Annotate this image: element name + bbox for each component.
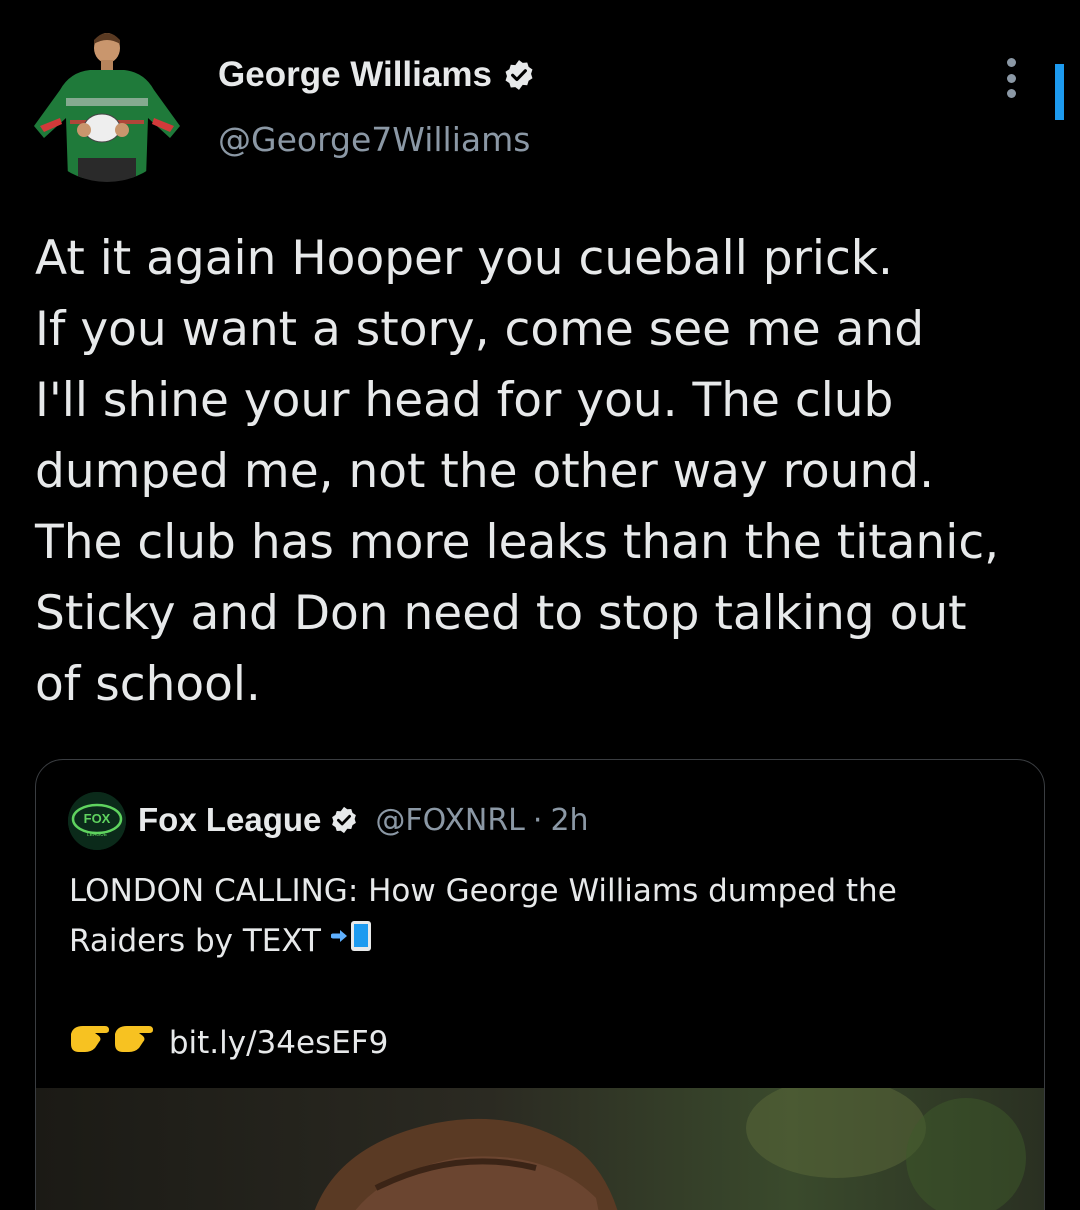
media-photo [36, 1088, 1044, 1210]
scrollbar-thumb[interactable] [1055, 64, 1064, 120]
logo-subtext: LEAGUE [87, 832, 108, 838]
fox-league-logo-icon: FOX LEAGUE [68, 792, 126, 850]
quoted-handle[interactable]: @FOXNRL [375, 803, 525, 838]
quoted-text-line-2: Raiders by TEXT [69, 916, 1009, 968]
tweet-text: At it again Hooper you cueball prick. If… [35, 231, 1000, 712]
quoted-text-line: LONDON CALLING: How George Williams dump… [69, 873, 897, 909]
menu-dot [1006, 73, 1016, 83]
author-display-name[interactable]: George Williams [218, 55, 492, 95]
menu-dot [1006, 89, 1016, 98]
quoted-text-line: Raiders by TEXT [69, 923, 321, 959]
avatar-player-photo [30, 28, 184, 182]
pointing-right-icon [69, 1019, 159, 1069]
logo-text: FOX [84, 811, 111, 826]
mobile-arrow-icon [330, 918, 375, 968]
author-name-row[interactable]: George Williams [218, 52, 536, 98]
quoted-separator: · [532, 802, 543, 838]
quoted-verified-badge-icon [329, 805, 359, 835]
quoted-link[interactable]: bit.ly/34esEF9 [169, 1025, 389, 1061]
quoted-text-spacer [69, 968, 1009, 1018]
more-options-icon[interactable] [996, 58, 1026, 98]
author-avatar[interactable] [30, 28, 184, 182]
menu-dot [1006, 58, 1016, 67]
author-handle[interactable]: @George7Williams [218, 120, 530, 159]
verified-badge-icon [502, 58, 536, 92]
quoted-media-image[interactable] [36, 1088, 1044, 1210]
quoted-link-line: bit.ly/34esEF9 [69, 1018, 1009, 1070]
quoted-display-name[interactable]: Fox League [138, 801, 321, 839]
quoted-timestamp[interactable]: 2h [550, 803, 588, 838]
tweet-detail-screen: George Williams @George7Williams At it a… [0, 0, 1080, 1210]
quoted-tweet-card[interactable]: FOX LEAGUE Fox League @FOXNRL · 2h LONDO… [35, 759, 1045, 1210]
quoted-text: LONDON CALLING: How George Williams dump… [69, 866, 1009, 1069]
quoted-name-row[interactable]: Fox League @FOXNRL · 2h [138, 798, 589, 842]
quoted-author-avatar[interactable]: FOX LEAGUE [68, 792, 126, 850]
